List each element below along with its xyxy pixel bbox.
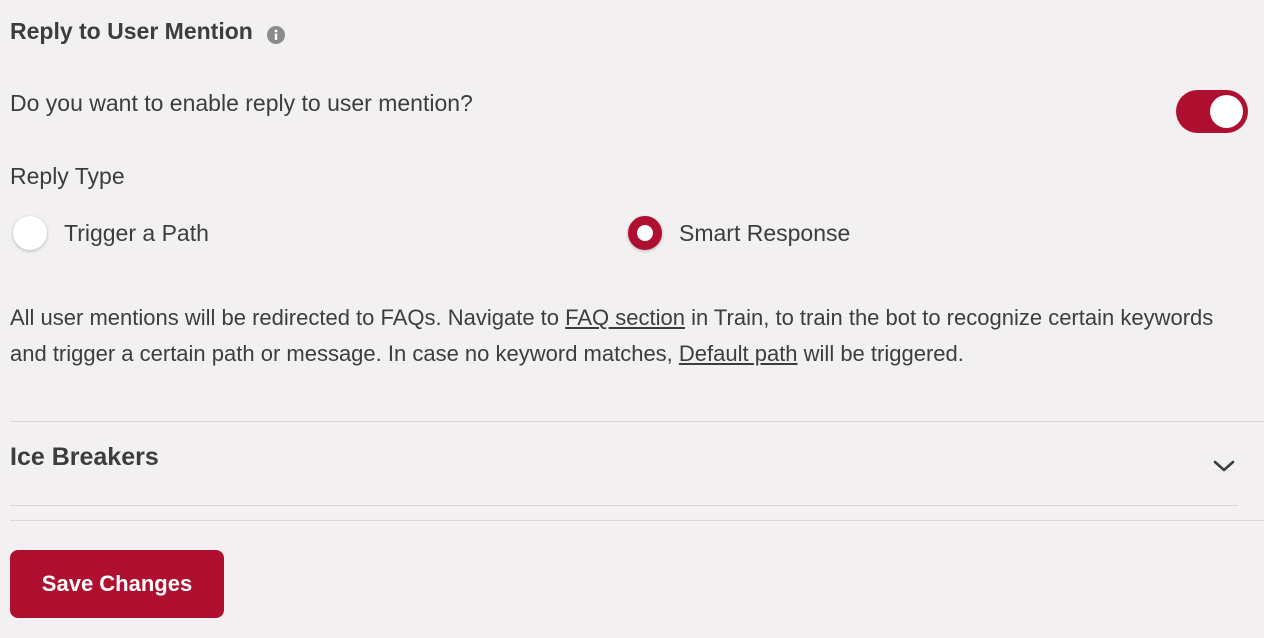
radio-label-smart-response: Smart Response bbox=[679, 219, 851, 246]
toggle-knob bbox=[1210, 95, 1243, 128]
chevron-down-icon[interactable] bbox=[1212, 458, 1236, 474]
save-changes-button[interactable]: Save Changes bbox=[10, 550, 224, 618]
info-icon[interactable] bbox=[266, 23, 285, 44]
enable-reply-question: Do you want to enable reply to user ment… bbox=[10, 90, 473, 116]
radio-trigger-a-path[interactable]: Trigger a Path bbox=[13, 216, 209, 250]
section-title-text: Reply to User Mention bbox=[10, 18, 253, 44]
reply-description: All user mentions will be redirected to … bbox=[10, 300, 1255, 372]
radio-label-trigger-a-path: Trigger a Path bbox=[64, 219, 209, 246]
divider-top bbox=[10, 421, 1264, 422]
faq-section-link[interactable]: FAQ section bbox=[565, 305, 685, 330]
description-text-3: will be triggered. bbox=[797, 341, 964, 366]
description-text-1: All user mentions will be redirected to … bbox=[10, 305, 566, 330]
section-title-reply-to-mention: Reply to User Mention bbox=[10, 18, 285, 45]
ice-breakers-title[interactable]: Ice Breakers bbox=[10, 443, 159, 472]
enable-reply-toggle[interactable] bbox=[1176, 90, 1248, 133]
radio-circle-unchecked[interactable] bbox=[13, 216, 47, 250]
divider-middle bbox=[10, 505, 1238, 506]
reply-type-label: Reply Type bbox=[10, 163, 125, 189]
radio-smart-response[interactable]: Smart Response bbox=[628, 216, 850, 250]
divider-bottom bbox=[10, 520, 1264, 521]
settings-page: Reply to User Mention Do you want to ena… bbox=[0, 0, 1264, 638]
radio-circle-checked[interactable] bbox=[628, 216, 662, 250]
default-path-link[interactable]: Default path bbox=[679, 341, 798, 366]
